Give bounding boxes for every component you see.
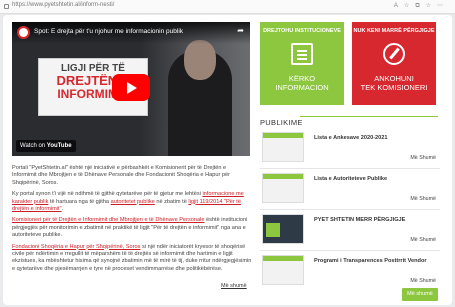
complaint-tile[interactable]: NUK KENI MARRË PËRGJIGJE ANKOHUNI TEK KO… [352,22,436,105]
request-information-tile[interactable]: DREJTOHU INSTITUCIONEVE KËRKO INFORMACIO… [260,22,344,105]
intro-paragraph: Fondacioni Shoqëria e Hapur për Shqipëri… [12,243,252,272]
publication-item[interactable]: Lista e Ankesave 2020-2021 Më Shumë [260,129,440,169]
url-field[interactable]: https://www.pyetshtetin.al/inform-nesti/ [12,2,114,8]
commissioner-link[interactable]: Komisioneri për të Drejtën e Informimit … [12,217,204,223]
youtube-logo: YouTube [46,143,72,149]
publication-thumbnail [262,173,304,203]
intro-paragraph: Portali "PyetShtetin.al" është një inici… [12,165,230,186]
publication-thumbnail [262,214,304,244]
publications-header: PUBLIKIME [260,112,438,127]
tabs-icon[interactable]: ⧉ [415,3,425,9]
collections-icon[interactable]: ☆ [426,3,437,9]
publication-thumbnail [262,132,304,162]
publication-item[interactable]: PYET SHTETIN MERR PËRGJIGJE Më Shumë [260,211,440,251]
intro-more-link[interactable]: Më shumë [221,283,247,289]
document-icon [291,43,313,65]
header-divider [300,116,438,117]
video-title[interactable]: Spot: E drejta për t'u njohur me informa… [34,28,183,35]
reader-icon[interactable]: A [394,3,404,9]
publication-more-link[interactable]: Më Shumë [410,196,436,202]
watch-on-youtube-button[interactable]: Watch on YouTube [16,140,76,152]
intro-paragraph: Ky portal synon t'i vijë në ndihmë të gj… [12,191,244,213]
publication-item[interactable]: Lista e Autoriteteve Publike Më Shumë [260,170,440,210]
public-authorities-link[interactable]: autoritetet publike [111,199,155,205]
publications-more-button[interactable]: Më shumë [402,288,438,301]
channel-avatar[interactable] [17,26,30,39]
publication-more-link[interactable]: Më Shumë [410,155,436,161]
lock-icon [4,4,9,9]
intro-paragraph: Komisioneri për të Drejtën e Informimit … [12,217,248,239]
intro-text: Portali "PyetShtetin.al" është një inici… [12,165,252,277]
favorite-icon[interactable]: ☆ [404,3,415,9]
share-icon[interactable]: ➦ [237,26,244,35]
pen-icon [383,43,405,65]
publication-more-link[interactable]: Më Shumë [410,237,436,243]
page: LIGJI PËR TË DREJTËN E INFORMIMIT Spot: … [3,15,452,305]
video-player[interactable]: LIGJI PËR TË DREJTËN E INFORMIMIT Spot: … [12,22,250,156]
publication-thumbnail [262,255,304,285]
publication-item[interactable]: Programi i Transparences Posttrrit Vendo… [260,252,440,292]
speaker-face [184,40,216,80]
foundation-link[interactable]: Fondacioni Shoqëria e Hapur për Shqipëri… [12,244,140,250]
menu-icon[interactable]: ⋯ [437,3,449,9]
browser-bar: https://www.pyetshtetin.al/inform-nesti/… [0,0,455,14]
browser-toolbar-icons[interactable]: A☆⧉☆⋯ [394,2,449,10]
play-button[interactable] [112,74,150,101]
publication-more-link[interactable]: Më Shumë [410,278,436,284]
